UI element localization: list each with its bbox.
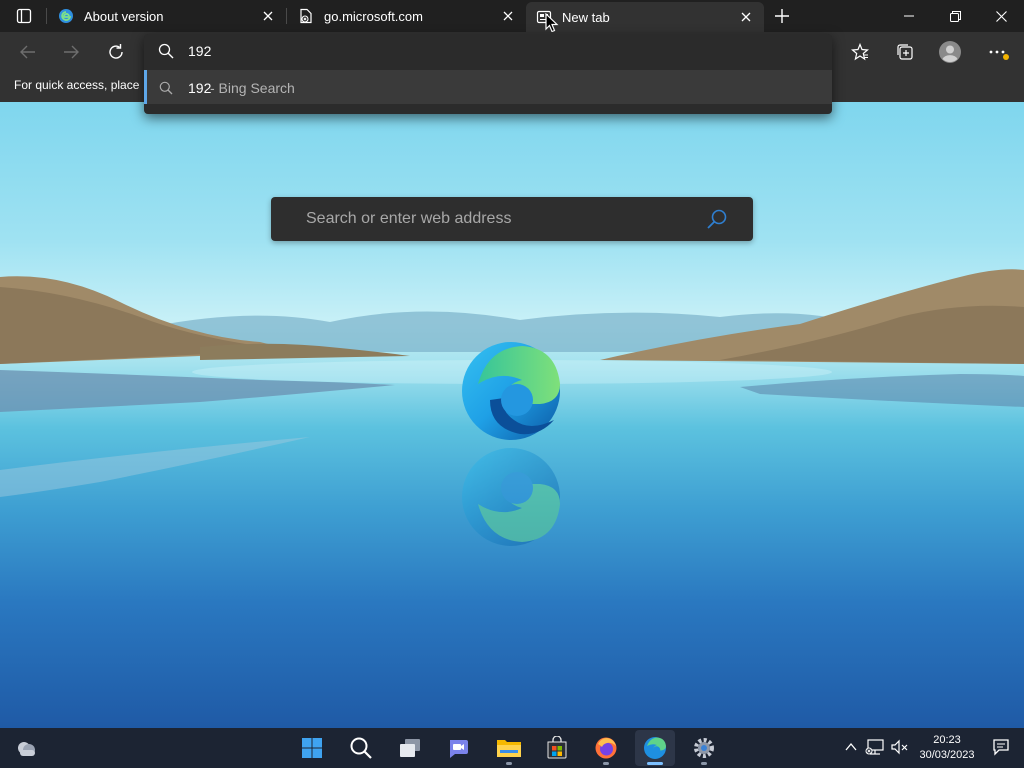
store-button[interactable] — [537, 730, 577, 766]
collections-icon — [897, 44, 913, 60]
search-icon[interactable] — [705, 207, 729, 231]
running-indicator — [506, 762, 512, 765]
windows-start-icon — [302, 738, 322, 758]
search-icon — [158, 43, 174, 64]
running-indicator — [701, 762, 707, 765]
edge-logo-icon — [462, 342, 560, 440]
search-icon — [159, 81, 173, 100]
selection-accent — [144, 70, 147, 104]
microsoft-store-icon — [547, 736, 567, 759]
address-bar-input[interactable]: 192 — [188, 43, 211, 59]
volume-button[interactable] — [889, 736, 911, 758]
tab-title: New tab — [562, 9, 610, 25]
task-view-button[interactable] — [390, 730, 430, 766]
tab-actions-icon[interactable] — [9, 5, 39, 27]
restore-icon — [949, 10, 961, 22]
running-indicator — [603, 762, 609, 765]
notifications-button[interactable] — [990, 736, 1012, 758]
refresh-button[interactable] — [101, 37, 131, 67]
plus-icon — [775, 9, 789, 23]
collections-button[interactable] — [890, 37, 920, 67]
favorites-button[interactable] — [845, 37, 875, 67]
edge-logo-reflection — [462, 448, 560, 546]
refresh-icon — [109, 44, 123, 59]
network-button[interactable] — [864, 736, 886, 758]
close-icon — [995, 10, 1007, 22]
suggestion-item[interactable]: 192 - Bing Search — [144, 70, 832, 104]
document-error-icon — [298, 8, 314, 24]
weather-cloud-icon — [18, 742, 35, 756]
network-icon — [865, 739, 884, 755]
firefox-icon — [595, 737, 617, 759]
favorites-bar-message: For quick access, place your favorites h… — [14, 78, 142, 92]
new-tab-page — [0, 102, 1024, 728]
forward-arrow-icon — [64, 45, 79, 59]
restore-button[interactable] — [932, 0, 978, 32]
tab-new-tab[interactable]: New tab — [526, 2, 764, 32]
more-dots-icon — [989, 50, 1009, 60]
profile-button[interactable] — [935, 37, 965, 67]
taskbar-search-button[interactable] — [341, 730, 381, 766]
file-explorer-icon — [497, 740, 521, 757]
show-hidden-icons-button[interactable] — [840, 736, 862, 758]
back-arrow-icon — [20, 45, 35, 59]
address-bar-dropdown: 192 192 - Bing Search — [144, 34, 832, 114]
favorites-star-icon — [851, 43, 869, 61]
tab-title: go.microsoft.com — [324, 8, 423, 24]
tab-close-icon[interactable] — [258, 6, 278, 26]
tab-close-icon[interactable] — [736, 7, 756, 27]
clock-time: 20:23 — [933, 734, 961, 746]
forward-button[interactable] — [56, 37, 86, 67]
suggestion-source: - Bing Search — [210, 80, 295, 96]
clock-date: 30/03/2023 — [919, 749, 975, 761]
task-view-icon — [400, 739, 420, 757]
address-bar[interactable]: 192 — [144, 34, 832, 68]
close-window-button[interactable] — [978, 0, 1024, 32]
settings-taskbar-button[interactable] — [684, 730, 724, 766]
tab-separator — [46, 8, 47, 24]
minimize-icon — [904, 15, 914, 17]
suggestion-query: 192 — [188, 80, 212, 96]
settings-icon — [694, 738, 714, 758]
notification-icon — [993, 739, 1009, 756]
running-indicator — [647, 762, 663, 765]
edge-icon — [644, 737, 666, 759]
teams-chat-icon — [450, 740, 468, 758]
tab-close-icon[interactable] — [498, 6, 518, 26]
tab-separator — [286, 8, 287, 24]
search-icon — [350, 737, 372, 759]
chevron-up-icon — [845, 742, 857, 751]
new-tab-button[interactable] — [768, 4, 796, 28]
minimize-button[interactable] — [886, 0, 932, 32]
volume-muted-icon — [891, 739, 908, 755]
new-tab-search-input[interactable] — [271, 197, 701, 241]
tab-go-microsoft[interactable]: go.microsoft.com — [288, 0, 526, 32]
chat-button[interactable] — [438, 730, 478, 766]
edge-taskbar-button[interactable] — [635, 730, 675, 766]
mouse-cursor-icon — [545, 13, 559, 33]
clock[interactable]: 20:23 30/03/2023 — [914, 733, 980, 763]
start-button[interactable] — [292, 730, 332, 766]
tab-title: About version — [84, 8, 164, 24]
edge-icon — [58, 8, 74, 24]
firefox-button[interactable] — [586, 730, 626, 766]
file-explorer-button[interactable] — [489, 730, 529, 766]
tab-about-version[interactable]: About version — [48, 0, 286, 32]
widgets-button[interactable] — [6, 730, 46, 766]
settings-more-button[interactable] — [984, 37, 1014, 67]
tab-bar: About version go.microsoft.com New tab — [0, 0, 1024, 33]
new-tab-search-box[interactable] — [271, 197, 753, 241]
taskbar: 20:23 30/03/2023 — [0, 728, 1024, 768]
avatar — [939, 41, 961, 63]
back-button[interactable] — [13, 37, 43, 67]
